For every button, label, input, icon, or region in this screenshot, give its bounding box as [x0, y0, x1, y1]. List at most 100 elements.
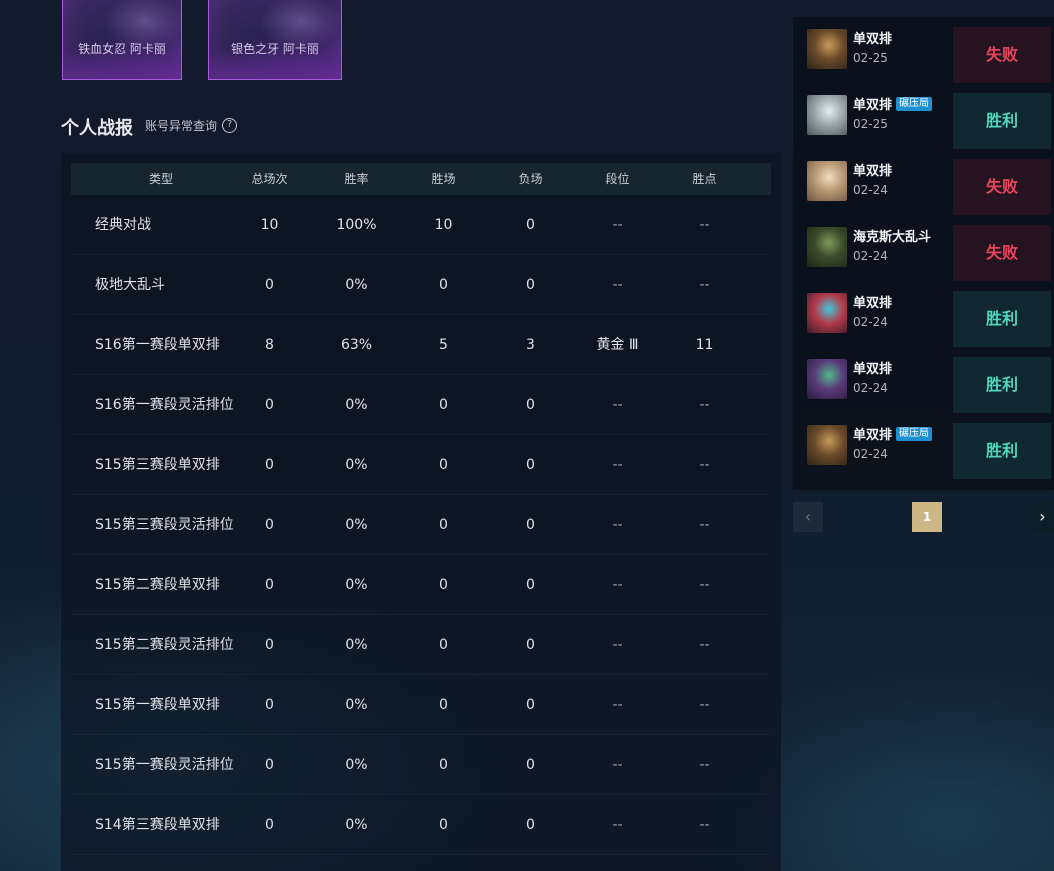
- cell-win: 0: [439, 637, 448, 653]
- cell-loss: 0: [526, 817, 535, 833]
- match-mode-label: 单双排: [853, 164, 893, 179]
- cell-rank: --: [612, 817, 623, 833]
- cell-total: 0: [265, 577, 274, 593]
- champion-avatar: [807, 425, 847, 465]
- table-header: 类型 总场次 胜率 胜场 负场 段位 胜点: [71, 163, 771, 195]
- header-type: 类型: [148, 172, 173, 186]
- abnormal-query-link[interactable]: 账号异常查询 ?: [145, 117, 238, 134]
- cell-rank: --: [612, 697, 623, 713]
- cell-type: 极地大乱斗: [95, 277, 165, 293]
- match-result: 失败: [953, 159, 1051, 215]
- match-result: 胜利: [953, 423, 1051, 479]
- header-loss: 负场: [518, 172, 543, 186]
- skin-card-2[interactable]: 银色之牙 阿卡丽: [208, 0, 342, 80]
- cell-total: 0: [265, 637, 274, 653]
- cell-type: S16第一赛段灵活排位: [95, 397, 234, 413]
- match-result: 失败: [953, 225, 1051, 281]
- match-item[interactable]: 单双排 碾压局 02-25 胜利: [807, 93, 1054, 149]
- cell-total: 10: [260, 217, 279, 233]
- table-row: 经典对战 10 100% 10 0 -- --: [71, 195, 771, 255]
- crush-badge: 碾压局: [896, 96, 933, 111]
- cell-rank: 黄金 Ⅲ: [596, 337, 639, 353]
- cell-win: 0: [439, 517, 448, 533]
- match-result: 胜利: [953, 357, 1051, 413]
- cell-rank: --: [612, 757, 623, 773]
- pager-next-button[interactable]: ›: [1031, 502, 1054, 532]
- cell-total: 0: [265, 517, 274, 533]
- stats-table: 类型 总场次 胜率 胜场 负场 段位 胜点 经典对战 10 100% 10 0 -- -- 极…: [61, 153, 781, 871]
- cell-total: 0: [265, 457, 274, 473]
- match-mode: 单双排: [853, 28, 892, 47]
- match-history: 单双排 02-25 失败 单双排 碾压局 02-25 胜利 单双排 02-24 失败 海克斯大乱斗 0…: [793, 17, 1054, 490]
- match-item[interactable]: 单双排 02-24 胜利: [807, 357, 1054, 413]
- match-mode: 单双排: [853, 292, 892, 311]
- match-result: 胜利: [953, 93, 1051, 149]
- match-date: 02-24: [853, 381, 888, 395]
- cell-rate: 0%: [345, 817, 368, 833]
- cell-win: 0: [439, 697, 448, 713]
- skin-name: 铁血女忍 阿卡丽: [78, 42, 166, 56]
- cell-win: 0: [439, 457, 448, 473]
- cell-loss: 0: [526, 577, 535, 593]
- match-date: 02-24: [853, 447, 888, 461]
- header-rate: 胜率: [344, 172, 369, 186]
- pager-page-button[interactable]: 1: [912, 502, 942, 532]
- cell-total: 0: [265, 757, 274, 773]
- table-row: S15第二赛段灵活排位 0 0% 0 0 -- --: [71, 615, 771, 675]
- match-mode: 单双排: [853, 358, 892, 377]
- cell-rate: 0%: [345, 397, 368, 413]
- cell-rank: --: [612, 577, 623, 593]
- champion-avatar: [807, 359, 847, 399]
- match-mode-label: 单双排: [853, 362, 893, 377]
- cell-win: 0: [439, 397, 448, 413]
- cell-loss: 0: [526, 757, 535, 773]
- cell-type: S15第二赛段灵活排位: [95, 637, 234, 653]
- cell-lp: --: [699, 457, 710, 473]
- cell-lp: --: [699, 637, 710, 653]
- cell-type: S15第三赛段灵活排位: [95, 517, 234, 533]
- header-win: 胜场: [431, 172, 456, 186]
- match-item[interactable]: 海克斯大乱斗 02-24 失败: [807, 225, 1054, 281]
- cell-rank: --: [612, 457, 623, 473]
- cell-rate: 0%: [345, 637, 368, 653]
- match-date: 02-25: [853, 117, 888, 131]
- match-mode-label: 单双排: [853, 98, 893, 113]
- cell-loss: 3: [526, 337, 535, 353]
- champion-avatar: [807, 161, 847, 201]
- skin-name: 银色之牙 阿卡丽: [231, 42, 319, 56]
- cell-lp: --: [699, 397, 710, 413]
- cell-rate: 0%: [345, 457, 368, 473]
- cell-loss: 0: [526, 457, 535, 473]
- header-lp: 胜点: [692, 172, 717, 186]
- match-item[interactable]: 单双排 02-25 失败: [807, 27, 1054, 83]
- table-row: S14第三赛段单双排 0 0% 0 0 -- --: [71, 795, 771, 855]
- cell-type: S15第二赛段单双排: [95, 577, 220, 593]
- cell-total: 0: [265, 817, 274, 833]
- skin-card-1[interactable]: 铁血女忍 阿卡丽: [62, 0, 182, 80]
- cell-lp: --: [699, 217, 710, 233]
- match-item[interactable]: 单双排 碾压局 02-24 胜利: [807, 423, 1054, 479]
- header-total: 总场次: [251, 172, 288, 186]
- cell-loss: 0: [526, 397, 535, 413]
- help-icon[interactable]: ?: [222, 118, 238, 133]
- cell-rank: --: [612, 397, 623, 413]
- match-mode: 海克斯大乱斗: [853, 226, 931, 245]
- cell-type: S15第一赛段单双排: [95, 697, 220, 713]
- pager-prev-button[interactable]: ‹: [793, 502, 823, 532]
- match-result: 胜利: [953, 291, 1051, 347]
- cell-win: 0: [439, 757, 448, 773]
- cell-type: S15第三赛段单双排: [95, 457, 220, 473]
- cell-lp: --: [699, 277, 710, 293]
- cell-loss: 0: [526, 697, 535, 713]
- match-item[interactable]: 单双排 02-24 失败: [807, 159, 1054, 215]
- match-mode-label: 单双排: [853, 296, 893, 311]
- cell-loss: 0: [526, 217, 535, 233]
- cell-total: 0: [265, 697, 274, 713]
- match-date: 02-24: [853, 315, 888, 329]
- cell-lp: --: [699, 757, 710, 773]
- champion-avatar: [807, 95, 847, 135]
- match-mode-label: 单双排: [853, 32, 893, 47]
- match-item[interactable]: 单双排 02-24 胜利: [807, 291, 1054, 347]
- champion-avatar: [807, 227, 847, 267]
- table-row: S15第一赛段灵活排位 0 0% 0 0 -- --: [71, 735, 771, 795]
